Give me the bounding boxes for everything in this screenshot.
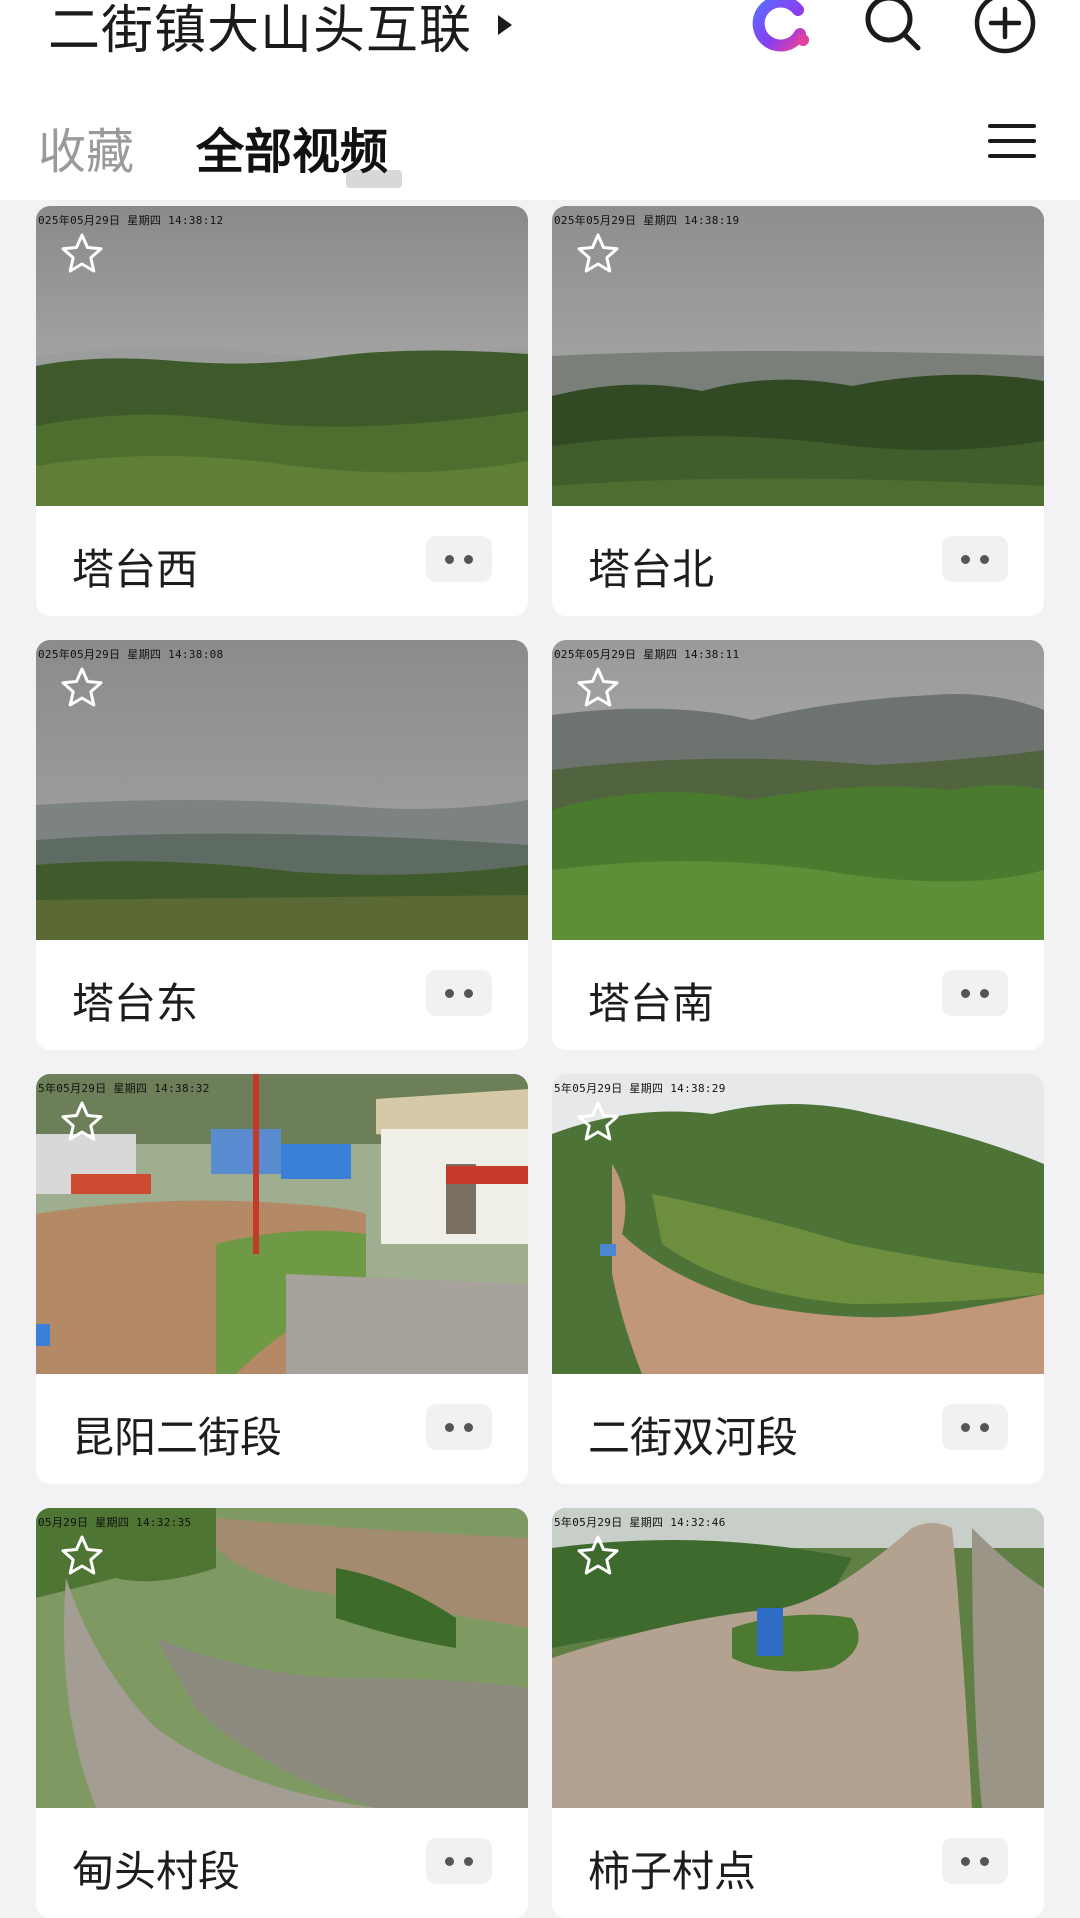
assistant-logo-icon[interactable]: [746, 0, 816, 58]
camera-name: 塔台西: [72, 545, 199, 594]
camera-thumbnail[interactable]: 025年05月29日 星期四 14:38:11: [552, 640, 1044, 940]
camera-timestamp: 025年05月29日 星期四 14:38:12: [38, 214, 224, 227]
camera-timestamp: 05月29日 星期四 14:32:35: [38, 1516, 192, 1529]
star-icon[interactable]: [58, 664, 106, 712]
more-options-button[interactable]: [942, 1838, 1008, 1884]
star-icon[interactable]: [574, 1098, 622, 1146]
camera-timestamp: 025年05月29日 星期四 14:38:08: [38, 648, 224, 661]
camera-thumbnail[interactable]: 025年05月29日 星期四 14:38:12: [36, 206, 528, 506]
camera-name: 塔台东: [72, 979, 199, 1028]
camera-name: 昆阳二街段: [72, 1413, 283, 1462]
camera-name: 二街双河段: [588, 1413, 799, 1462]
search-icon[interactable]: [858, 0, 928, 58]
camera-name: 塔台北: [588, 545, 715, 594]
more-options-button[interactable]: [426, 536, 492, 582]
camera-timestamp: 5年05月29日 星期四 14:38:29: [554, 1082, 726, 1095]
camera-timestamp: 025年05月29日 星期四 14:38:11: [554, 648, 740, 661]
star-icon[interactable]: [574, 230, 622, 278]
more-options-button[interactable]: [426, 1838, 492, 1884]
camera-timestamp: 5年05月29日 星期四 14:38:32: [38, 1082, 210, 1095]
camera-timestamp: 5年05月29日 星期四 14:32:46: [554, 1516, 726, 1529]
title-selector[interactable]: 二街镇大山头互联: [48, 0, 513, 61]
camera-card[interactable]: 025年05月29日 星期四 14:38:11 塔台南: [552, 640, 1044, 1050]
tab-bar: 收藏 全部视频: [38, 112, 450, 188]
camera-name: 甸头村段: [72, 1847, 241, 1896]
tab-all-videos[interactable]: 全部视频: [196, 112, 403, 188]
app-header: 二街镇大山头互联 收藏 全部视频: [0, 0, 1080, 200]
camera-name: 塔台南: [588, 979, 715, 1028]
camera-card[interactable]: 5年05月29日 星期四 14:38:29 二街双河段: [552, 1074, 1044, 1484]
camera-thumbnail[interactable]: 5年05月29日 星期四 14:38:32: [36, 1074, 528, 1374]
star-icon[interactable]: [58, 1532, 106, 1580]
header-actions: [704, 0, 1040, 58]
caret-right-icon: [498, 15, 513, 35]
camera-thumbnail[interactable]: 5年05月29日 星期四 14:32:46: [552, 1508, 1044, 1808]
camera-card[interactable]: 05月29日 星期四 14:32:35 甸头村段: [36, 1508, 528, 1918]
more-options-button[interactable]: [942, 1404, 1008, 1450]
star-icon[interactable]: [574, 1532, 622, 1580]
star-icon[interactable]: [574, 664, 622, 712]
camera-thumbnail[interactable]: 025年05月29日 星期四 14:38:19: [552, 206, 1044, 506]
camera-name: 柿子村点: [588, 1847, 757, 1896]
camera-thumbnail[interactable]: 025年05月29日 星期四 14:38:08: [36, 640, 528, 940]
camera-thumbnail[interactable]: 05月29日 星期四 14:32:35: [36, 1508, 528, 1808]
star-icon[interactable]: [58, 230, 106, 278]
page-title: 二街镇大山头互联: [48, 0, 473, 61]
camera-thumbnail[interactable]: 5年05月29日 星期四 14:38:29: [552, 1074, 1044, 1374]
camera-card[interactable]: 5年05月29日 星期四 14:38:32 昆阳二街段: [36, 1074, 528, 1484]
menu-icon[interactable]: [988, 124, 1036, 164]
tab-favorites[interactable]: 收藏: [38, 112, 134, 182]
star-icon[interactable]: [58, 1098, 106, 1146]
more-options-button[interactable]: [426, 970, 492, 1016]
more-options-button[interactable]: [426, 1404, 492, 1450]
more-options-button[interactable]: [942, 970, 1008, 1016]
add-icon[interactable]: [970, 0, 1040, 58]
camera-card[interactable]: 5年05月29日 星期四 14:32:46 柿子村点: [552, 1508, 1044, 1918]
camera-card[interactable]: 025年05月29日 星期四 14:38:12 塔台西: [36, 206, 528, 616]
camera-timestamp: 025年05月29日 星期四 14:38:19: [554, 214, 740, 227]
camera-card[interactable]: 025年05月29日 星期四 14:38:08 塔台东: [36, 640, 528, 1050]
camera-card[interactable]: 025年05月29日 星期四 14:38:19 塔台北: [552, 206, 1044, 616]
more-options-button[interactable]: [942, 536, 1008, 582]
